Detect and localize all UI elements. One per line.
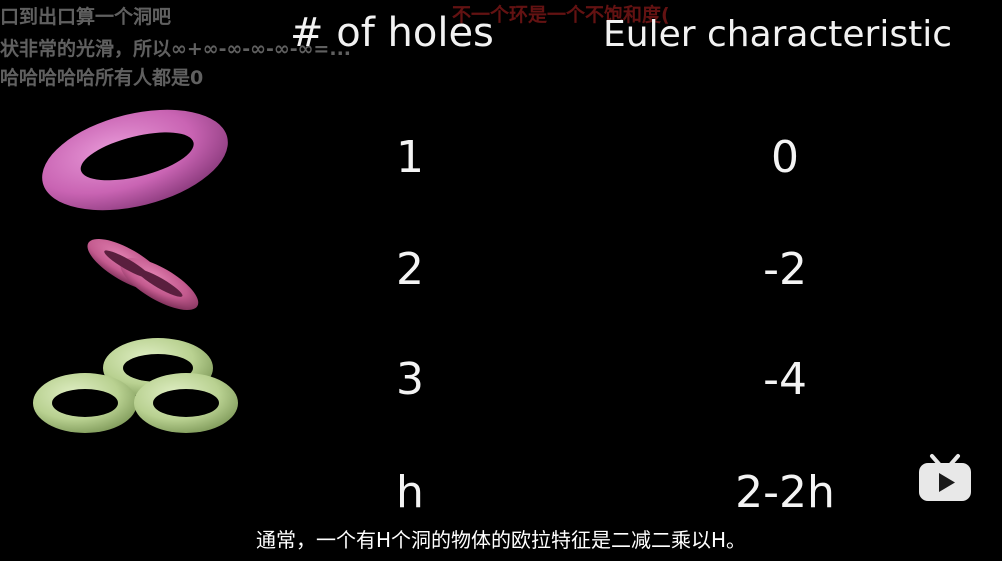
danmaku-comment: 口到出口算一个洞吧 [0, 6, 172, 28]
holes-value: h [396, 467, 424, 518]
euler-value: -2 [763, 244, 807, 295]
holes-value: 1 [396, 132, 424, 183]
danmaku-comment: 哈哈哈哈哈所有人都是0 [0, 67, 204, 89]
triple-torus-illustration [33, 338, 238, 433]
holes-value: 2 [396, 244, 424, 295]
single-torus-illustration [42, 109, 228, 211]
euler-value: 2-2h [735, 467, 835, 518]
video-frame[interactable]: 口到出口算一个洞吧 状非常的光滑，所以∞+∞-∞-∞-∞-∞=... 哈哈哈哈哈… [0, 0, 1002, 561]
header-num-holes: # of holes [290, 10, 494, 56]
header-euler-characteristic: Euler characteristic [603, 14, 953, 55]
bilibili-tv-icon[interactable] [917, 453, 973, 503]
video-subtitle: 通常，一个有H个洞的物体的欧拉特征是二减二乘以H。 [255, 528, 747, 552]
euler-value: -4 [763, 354, 807, 405]
euler-value: 0 [771, 132, 799, 183]
holes-value: 3 [396, 354, 424, 405]
double-torus-illustration [87, 239, 199, 310]
